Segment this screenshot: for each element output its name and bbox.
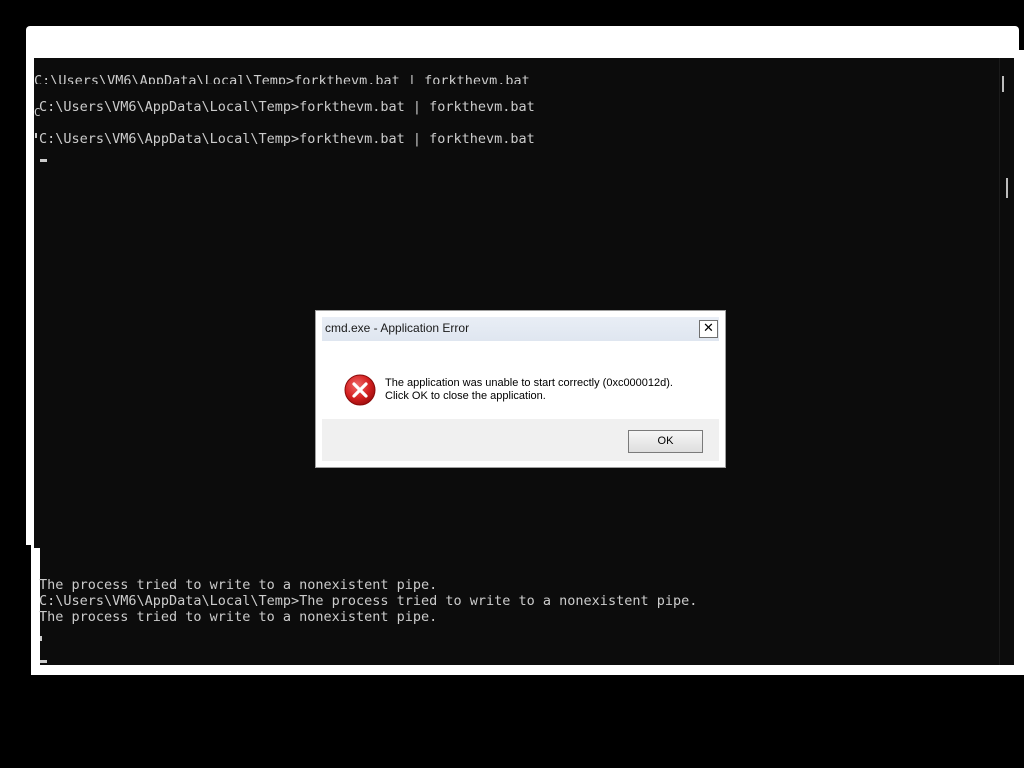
console-line: C:\Users\VM6\AppData\Local\Temp>forkthev… bbox=[34, 73, 530, 84]
console-line: The process tried to write to a nonexist… bbox=[39, 609, 438, 625]
error-icon bbox=[344, 374, 376, 406]
console-line: C:\Users\VM6\AppData\Local\Temp>forkthev… bbox=[39, 131, 535, 147]
console-line: C:\Users\VM6\AppData\Local\Temp>forkthev… bbox=[39, 99, 535, 115]
console-line: C:\Users\VM6\AppData\Local\Temp>The proc… bbox=[39, 593, 698, 609]
console-line-clipped: C:\Users\VM6\AppData\Local\Temp>forkthev… bbox=[34, 73, 634, 84]
console-line: The process tried to write to a nonexist… bbox=[39, 577, 438, 593]
scrollbar-marker bbox=[1002, 76, 1004, 92]
error-message: The application was unable to start corr… bbox=[385, 377, 673, 403]
desktop-screen: C:\Users\VM6\AppData\Local\Temp>forkthev… bbox=[0, 0, 1024, 768]
window-frame-left bbox=[26, 40, 34, 545]
window-frame-bottom bbox=[31, 665, 1024, 675]
close-icon: ✕ bbox=[703, 321, 714, 336]
error-message-line: Click OK to close the application. bbox=[385, 390, 546, 402]
console-scrollbar[interactable] bbox=[999, 58, 1014, 665]
dialog-body: The application was unable to start corr… bbox=[322, 341, 719, 419]
dialog-titlebar[interactable]: cmd.exe - Application Error ✕ bbox=[322, 317, 719, 341]
dialog-title: cmd.exe - Application Error bbox=[325, 321, 470, 335]
error-message-line: The application was unable to start corr… bbox=[385, 377, 673, 389]
application-error-dialog: cmd.exe - Application Error ✕ The applic… bbox=[315, 310, 726, 468]
window-frame-top bbox=[26, 26, 1019, 58]
console-cursor bbox=[40, 159, 47, 162]
scrollbar-thumb[interactable] bbox=[1006, 178, 1008, 198]
console-artifact bbox=[40, 636, 42, 641]
ok-button[interactable]: OK bbox=[628, 430, 703, 453]
console-cursor bbox=[40, 660, 47, 663]
stray-character: C bbox=[34, 106, 41, 119]
dialog-footer: OK bbox=[322, 419, 719, 461]
console-artifact bbox=[35, 133, 37, 138]
close-button[interactable]: ✕ bbox=[699, 320, 718, 338]
window-frame-right bbox=[1013, 50, 1024, 670]
